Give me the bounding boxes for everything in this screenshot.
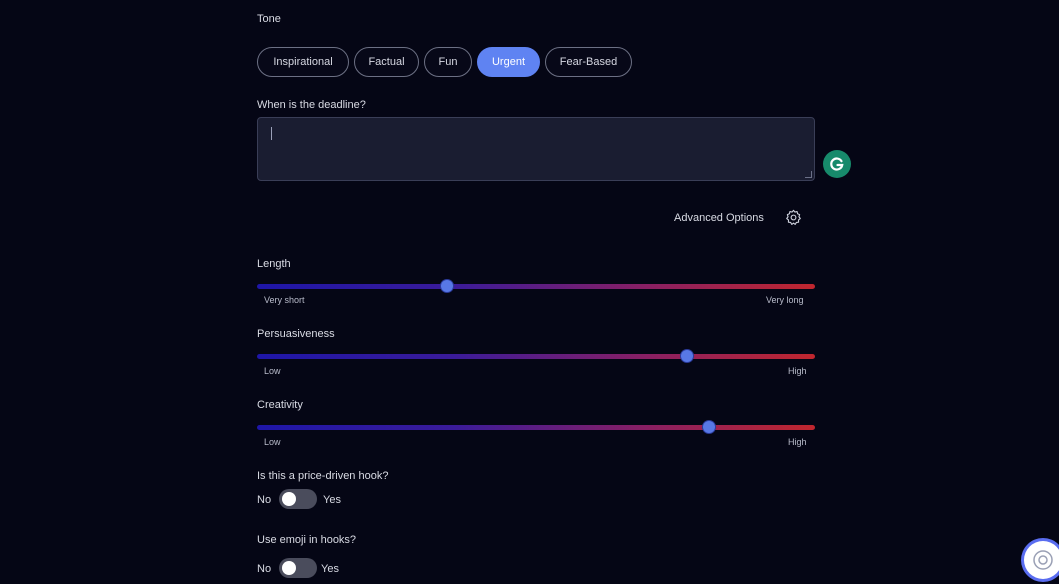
tone-option-label: Factual: [368, 56, 405, 68]
length-min-label: Very short: [264, 295, 305, 305]
toggle-knob: [282, 492, 296, 506]
tone-option-inspirational[interactable]: Inspirational: [257, 47, 349, 77]
deadline-label: When is the deadline?: [257, 99, 366, 111]
grammarly-g-icon: [830, 157, 844, 171]
chat-widget-button[interactable]: [1024, 541, 1059, 579]
price-hook-yes-label: Yes: [323, 494, 341, 506]
tone-option-label: Fun: [438, 56, 458, 68]
length-slider[interactable]: [257, 280, 815, 292]
tone-label: Tone: [257, 13, 281, 25]
emoji-toggle[interactable]: [279, 558, 317, 578]
persuasiveness-min-label: Low: [264, 366, 281, 376]
price-hook-no-label: No: [257, 494, 272, 506]
persuasiveness-label: Persuasiveness: [257, 328, 335, 340]
advanced-options-label[interactable]: Advanced Options: [674, 212, 764, 224]
length-slider-thumb[interactable]: [440, 280, 453, 292]
tone-option-fear-based[interactable]: Fear-Based: [545, 47, 632, 77]
tone-option-label: Inspirational: [273, 56, 333, 68]
tone-option-label: Urgent: [491, 56, 526, 68]
emoji-yes-label: Yes: [321, 563, 339, 575]
creativity-slider[interactable]: [257, 421, 815, 433]
tone-option-fun[interactable]: Fun: [424, 47, 472, 77]
emoji-label: Use emoji in hooks?: [257, 534, 357, 546]
text-caret: [271, 127, 272, 140]
creativity-slider-thumb[interactable]: [702, 421, 715, 433]
emoji-no-label: No: [257, 563, 272, 575]
persuasiveness-slider[interactable]: [257, 350, 815, 362]
persuasiveness-slider-thumb[interactable]: [680, 350, 693, 362]
tone-option-urgent[interactable]: Urgent: [477, 47, 540, 77]
price-hook-label: Is this a price-driven hook?: [257, 470, 389, 482]
price-hook-toggle[interactable]: [279, 489, 317, 509]
grammarly-icon[interactable]: [823, 150, 851, 178]
length-max-label: Very long: [766, 295, 804, 305]
creativity-min-label: Low: [264, 437, 281, 447]
chat-icon: [1033, 550, 1053, 570]
toggle-knob: [282, 561, 296, 575]
deadline-textarea[interactable]: [257, 117, 815, 181]
resize-handle[interactable]: [805, 171, 812, 178]
gear-icon[interactable]: [785, 209, 802, 226]
persuasiveness-max-label: High: [788, 366, 807, 376]
tone-option-label: Fear-Based: [559, 56, 618, 68]
creativity-label: Creativity: [257, 399, 303, 411]
length-label: Length: [257, 258, 291, 270]
tone-option-factual[interactable]: Factual: [354, 47, 419, 77]
creativity-max-label: High: [788, 437, 807, 447]
